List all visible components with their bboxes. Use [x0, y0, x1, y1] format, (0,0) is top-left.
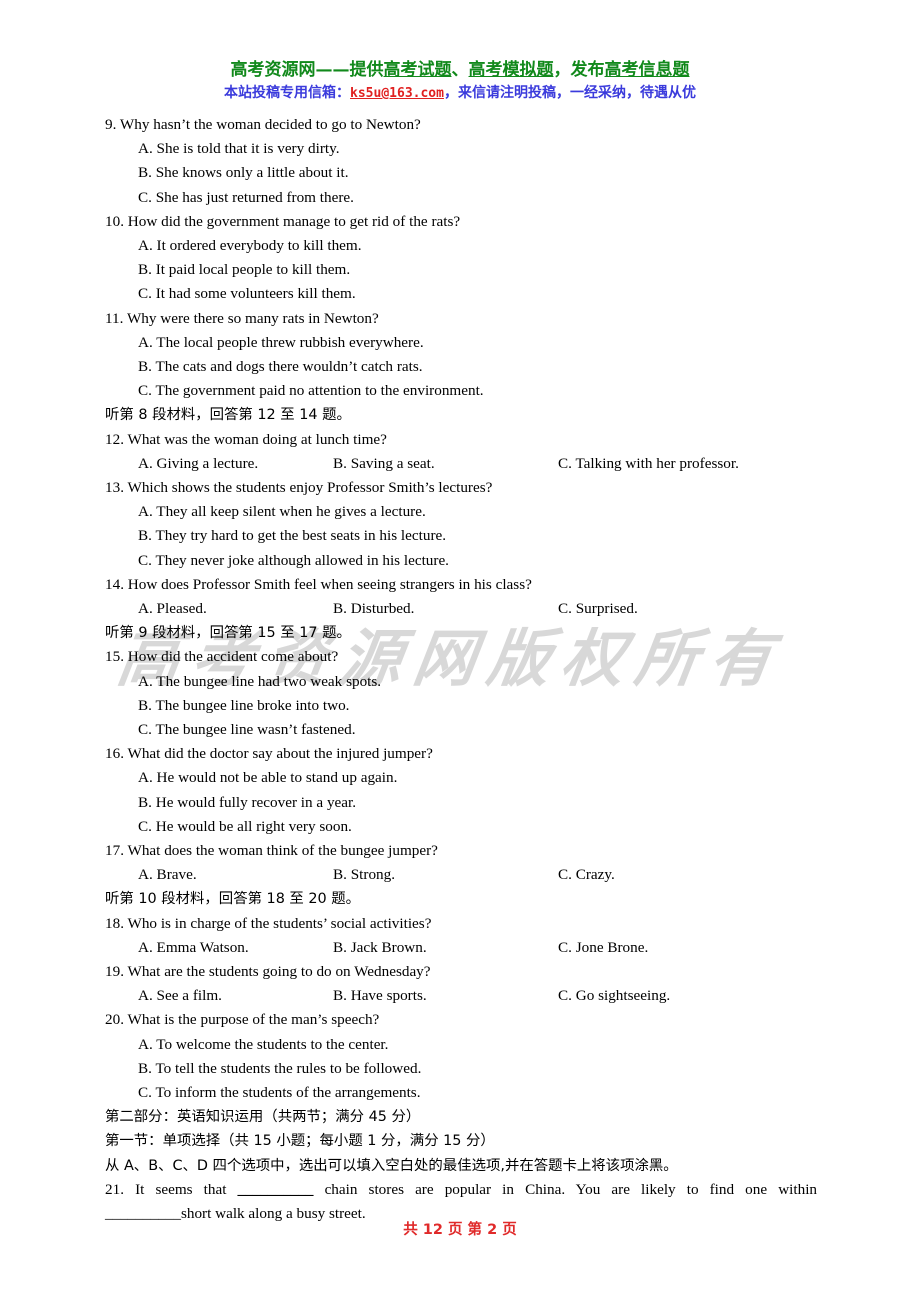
listening-direction-10: 听第 10 段材料，回答第 18 至 20 题。 [105, 891, 361, 908]
question-10-option-c[interactable]: C. It had some volunteers kill them. [105, 282, 817, 306]
banner-contact-line: 本站投稿专用信箱：ks5u@163.com，来信请注明投稿，一经采纳，待遇从优 [0, 86, 920, 100]
question-16-option-a[interactable]: A. He would not be able to stand up agai… [105, 766, 817, 790]
section-1-instructions: 从 A、B、C、D 四个选项中，选出可以填入空白处的最佳选项,并在答题卡上将该项… [105, 1157, 678, 1174]
question-20-option-c[interactable]: C. To inform the students of the arrange… [105, 1081, 817, 1105]
question-15-option-a[interactable]: A. The bungee line had two weak spots. [105, 670, 817, 694]
question-13-option-a[interactable]: A. They all keep silent when he gives a … [105, 500, 817, 524]
question-19-option-a[interactable]: A. See a film. [138, 984, 222, 1008]
question-10-option-b[interactable]: B. It paid local people to kill them. [105, 258, 817, 282]
question-17-option-a[interactable]: A. Brave. [138, 863, 197, 887]
question-11: 11. Why were there so many rats in Newto… [105, 309, 379, 327]
question-17-options: A. Brave. B. Strong. C. Crazy. [105, 863, 817, 887]
question-19: 19. What are the students going to do on… [105, 963, 431, 981]
question-9-option-b[interactable]: B. She knows only a little about it. [105, 161, 817, 185]
question-20: 20. What is the purpose of the man’s spe… [105, 1011, 380, 1029]
question-19-option-c[interactable]: C. Go sightseeing. [558, 984, 670, 1008]
question-21-blank-1[interactable]: __________ [238, 1181, 314, 1198]
question-19-option-b[interactable]: B. Have sports. [333, 984, 427, 1008]
question-12-option-a[interactable]: A. Giving a lecture. [138, 452, 258, 476]
question-21-line-1: 21. It seems that __________ chain store… [105, 1178, 817, 1202]
question-11-option-b[interactable]: B. The cats and dogs there wouldn’t catc… [105, 355, 817, 379]
question-12: 12. What was the woman doing at lunch ti… [105, 430, 387, 448]
banner-email-link[interactable]: ks5u@163.com [350, 86, 444, 101]
page-footer: 共 12 页 第 2 页 [403, 1222, 517, 1238]
question-9-option-c[interactable]: C. She has just returned from there. [105, 186, 817, 210]
question-18-option-b[interactable]: B. Jack Brown. [333, 936, 427, 960]
question-17-option-b[interactable]: B. Strong. [333, 863, 395, 887]
question-21-part-1: 21. It seems that [105, 1180, 227, 1198]
question-17-option-c[interactable]: C. Crazy. [558, 863, 615, 887]
question-11-option-c[interactable]: C. The government paid no attention to t… [105, 379, 817, 403]
question-10: 10. How did the government manage to get… [105, 212, 461, 230]
banner-title-line: 高考资源网——提供高考试题、高考模拟题，发布高考信息题 [0, 62, 920, 79]
banner-link-exam-papers[interactable]: 高考试题 [384, 60, 452, 80]
listening-direction-9: 听第 9 段材料，回答第 15 至 17 题。 [105, 625, 351, 642]
question-14-options: A. Pleased. B. Disturbed. C. Surprised. [105, 597, 817, 621]
banner-title-prefix: 高考资源网——提供 [230, 60, 384, 80]
question-13-option-b[interactable]: B. They try hard to get the best seats i… [105, 524, 817, 548]
part-2-heading: 第二部分：英语知识运用（共两节；满分 45 分） [105, 1109, 421, 1126]
question-16-option-b[interactable]: B. He would fully recover in a year. [105, 791, 817, 815]
question-12-option-b[interactable]: B. Saving a seat. [333, 452, 435, 476]
question-12-option-c[interactable]: C. Talking with her professor. [558, 452, 739, 476]
question-14-option-a[interactable]: A. Pleased. [138, 597, 207, 621]
question-18-option-a[interactable]: A. Emma Watson. [138, 936, 249, 960]
question-15-option-b[interactable]: B. The bungee line broke into two. [105, 694, 817, 718]
question-17: 17. What does the woman think of the bun… [105, 842, 438, 860]
question-21-part-2: chain stores are popular in China. You a… [324, 1180, 818, 1198]
question-15-option-c[interactable]: C. The bungee line wasn’t fastened. [105, 718, 817, 742]
question-15: 15. How did the accident come about? [105, 648, 339, 666]
question-14-option-b[interactable]: B. Disturbed. [333, 597, 414, 621]
question-9: 9. Why hasn’t the woman decided to go to… [105, 116, 421, 133]
listening-direction-8: 听第 8 段材料，回答第 12 至 14 题。 [105, 407, 351, 424]
banner-link-mock-papers[interactable]: 高考模拟题 [469, 60, 554, 80]
banner-mailbox-label: 本站投稿专用信箱： [224, 85, 351, 101]
document-body: 9. Why hasn’t the woman decided to go to… [105, 113, 817, 1226]
question-16-option-c[interactable]: C. He would be all right very soon. [105, 815, 817, 839]
question-10-option-a[interactable]: A. It ordered everybody to kill them. [105, 234, 817, 258]
banner-separator-2: ，发布 [553, 60, 605, 80]
question-18-option-c[interactable]: C. Jone Brone. [558, 936, 648, 960]
exam-page: 高考资源网——提供高考试题、高考模拟题，发布高考信息题 本站投稿专用信箱：ks5… [0, 0, 920, 1302]
question-14-option-c[interactable]: C. Surprised. [558, 597, 638, 621]
site-banner: 高考资源网——提供高考试题、高考模拟题，发布高考信息题 本站投稿专用信箱：ks5… [0, 62, 920, 101]
question-11-option-a[interactable]: A. The local people threw rubbish everyw… [105, 331, 817, 355]
question-16: 16. What did the doctor say about the in… [105, 745, 433, 763]
question-20-option-b[interactable]: B. To tell the students the rules to be … [105, 1057, 817, 1081]
banner-link-info-papers[interactable]: 高考信息题 [605, 60, 690, 80]
question-14: 14. How does Professor Smith feel when s… [105, 575, 532, 593]
question-9-option-a[interactable]: A. She is told that it is very dirty. [105, 137, 817, 161]
question-20-option-a[interactable]: A. To welcome the students to the center… [105, 1033, 817, 1057]
question-13: 13. Which shows the students enjoy Profe… [105, 479, 493, 497]
question-13-option-c[interactable]: C. They never joke although allowed in h… [105, 549, 817, 573]
question-19-options: A. See a film. B. Have sports. C. Go sig… [105, 984, 817, 1008]
question-12-options: A. Giving a lecture. B. Saving a seat. C… [105, 452, 817, 476]
banner-separator-1: 、 [451, 60, 469, 80]
banner-contact-note: ，来信请注明投稿，一经采纳，待遇从优 [443, 85, 696, 101]
section-1-heading: 第一节：单项选择（共 15 小题；每小题 1 分，满分 15 分） [105, 1133, 495, 1150]
question-18: 18. Who is in charge of the students’ so… [105, 914, 432, 932]
question-18-options: A. Emma Watson. B. Jack Brown. C. Jone B… [105, 936, 817, 960]
